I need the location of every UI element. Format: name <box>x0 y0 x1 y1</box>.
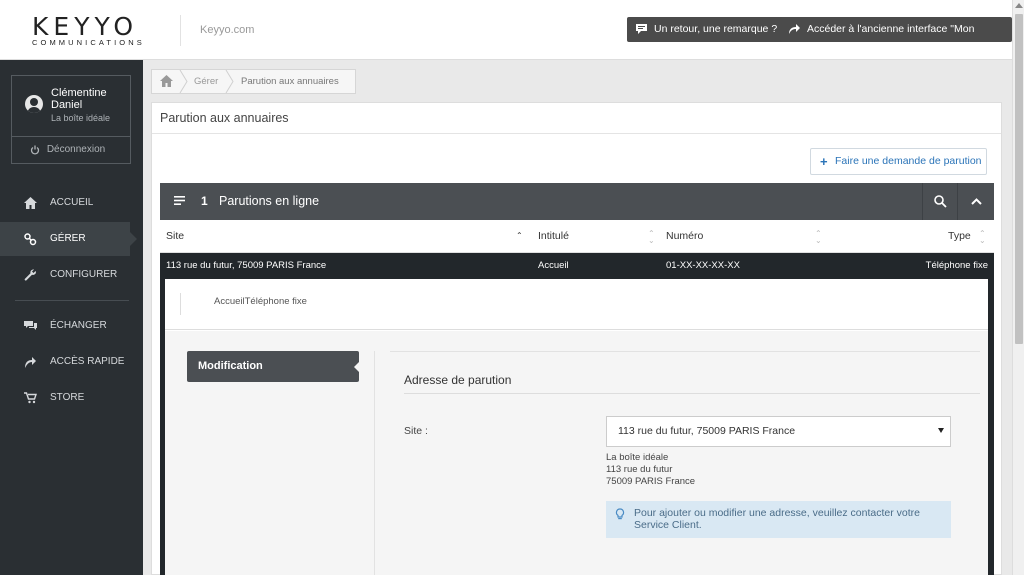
sort-icon[interactable]: ⌃ ⌄ <box>979 230 986 245</box>
breadcrumb-separator-icon <box>225 70 234 93</box>
user-name: Clémentine Daniel <box>51 87 107 111</box>
header-divider <box>180 15 181 46</box>
column-header-site[interactable]: Site <box>166 220 184 253</box>
listings-count: 1 <box>201 194 208 208</box>
search-icon <box>934 195 947 208</box>
title-divider <box>152 133 1001 134</box>
tab-modification[interactable]: Modification <box>187 351 360 382</box>
main-card: Parution aux annuaires + Faire une deman… <box>151 102 1002 575</box>
nav-item-accueil[interactable]: ACCUEIL <box>0 186 143 220</box>
row-detail: AccueilTéléphone fixe Modification Adres… <box>165 279 988 575</box>
address-line: La boîte idéale <box>606 452 669 463</box>
nav-label-accueil: ACCUEIL <box>50 197 94 208</box>
feedback-button-label: Un retour, une remarque ? <box>654 23 778 35</box>
nav-label-configurer: CONFIGURER <box>50 269 118 280</box>
panel-collapse-button[interactable] <box>957 183 994 220</box>
site-field-label: Site : <box>404 425 428 437</box>
address-line: 75009 PARIS France <box>606 476 696 487</box>
page-scrollbar[interactable] <box>1012 0 1024 575</box>
detail-summary-bar: AccueilTéléphone fixe <box>165 279 988 330</box>
breadcrumb-separator-icon <box>179 70 188 93</box>
column-header-numero[interactable]: Numéro <box>666 220 703 253</box>
nav-item-echanger[interactable]: ÉCHANGER <box>0 309 143 343</box>
logo-main-text: KEYYO <box>32 12 139 41</box>
user-box: Clémentine Daniel La boîte idéale Déconn… <box>11 75 131 164</box>
wrench-icon <box>24 269 36 281</box>
site-select[interactable]: 113 rue du futur, 75009 PARIS France <box>606 416 951 447</box>
nav-item-configurer[interactable]: CONFIGURER <box>0 258 143 292</box>
user-avatar-icon <box>25 95 43 113</box>
cell-site: 113 rue du futur, 75009 PARIS France <box>166 260 327 271</box>
breadcrumb-item-current: Parution aux annuaires <box>241 76 339 87</box>
manage-icon <box>24 233 37 246</box>
lightbulb-icon <box>615 508 625 520</box>
logout-button[interactable]: Déconnexion <box>12 137 130 163</box>
nav-item-gerer[interactable]: GÉRER <box>0 222 137 256</box>
chevron-up-icon <box>971 198 982 205</box>
power-icon <box>30 145 40 155</box>
info-message-text: Pour ajouter ou modifier une adresse, ve… <box>634 507 920 531</box>
feedback-button[interactable]: Un retour, une remarque ? <box>627 17 786 42</box>
keyyo-logo[interactable]: KEYYO COMMUNICATIONS <box>30 12 150 48</box>
nav-label-store: STORE <box>50 392 85 403</box>
top-bar: KEYYO COMMUNICATIONS Keyyo.com Un retour… <box>0 0 1012 60</box>
nav-divider <box>15 300 129 301</box>
form-divider-vertical <box>374 351 375 575</box>
nav-item-acces-rapide[interactable]: ACCÈS RAPIDE <box>0 345 143 379</box>
request-listing-label: Faire une demande de parution <box>835 155 982 167</box>
breadcrumb-home-icon[interactable] <box>160 75 173 87</box>
nav-item-store[interactable]: STORE <box>0 381 143 415</box>
user-company: La boîte idéale <box>51 113 111 123</box>
logo-sub-text: COMMUNICATIONS <box>32 38 145 47</box>
info-message: Pour ajouter ou modifier une adresse, ve… <box>606 501 951 538</box>
column-header-type[interactable]: Type <box>948 220 971 253</box>
shortcut-icon <box>25 357 36 368</box>
section-divider <box>404 393 980 394</box>
nav-label-gerer: GÉRER <box>50 233 86 244</box>
cell-intitule: Accueil <box>538 260 569 271</box>
sort-icon[interactable]: ⌃ ⌄ <box>815 230 822 245</box>
chat-bubble-icon <box>636 24 647 34</box>
page-title: Parution aux annuaires <box>160 111 289 125</box>
keyyo-site-link[interactable]: Keyyo.com <box>200 24 254 36</box>
panel-header: 1 Parutions en ligne <box>160 183 994 220</box>
plus-icon: + <box>820 154 828 169</box>
site-select-value: 113 rue du futur, 75009 PARIS France <box>618 425 796 437</box>
breadcrumb: Gérer Parution aux annuaires <box>151 69 356 94</box>
table-header: Site ⌃ Intitulé ⌃ ⌄ Numéro ⌃ ⌄ Type ⌃ ⌄ <box>160 220 994 253</box>
request-listing-button[interactable]: + Faire une demande de parution <box>810 148 987 175</box>
dropdown-caret-icon <box>938 428 944 433</box>
chat-icon <box>24 321 37 330</box>
cart-icon <box>24 392 37 404</box>
nav-label-acces-rapide: ACCÈS RAPIDE <box>50 356 125 367</box>
table-row[interactable]: 113 rue du futur, 75009 PARIS France Acc… <box>160 253 994 279</box>
panel-search-button[interactable] <box>922 183 957 220</box>
scroll-up-arrow-icon[interactable] <box>1015 3 1023 8</box>
detail-divider <box>180 293 181 315</box>
listings-panel: 1 Parutions en ligne Site ⌃ Intitulé ⌃ ⌄ … <box>160 183 994 575</box>
list-icon <box>174 196 185 205</box>
scroll-thumb[interactable] <box>1015 14 1023 344</box>
detail-summary: AccueilTéléphone fixe <box>214 296 307 307</box>
old-interface-button[interactable]: Accéder à l'ancienne interface "Mon Comp… <box>780 17 1012 60</box>
cell-type: Téléphone fixe <box>925 260 988 271</box>
share-arrow-icon <box>789 24 800 34</box>
logout-label: Déconnexion <box>46 144 106 155</box>
sort-asc-icon[interactable]: ⌃ <box>516 232 523 240</box>
detail-form-area: Modification Adresse de parution Site : … <box>165 331 988 575</box>
sidebar: Clémentine Daniel La boîte idéale Déconn… <box>0 60 143 575</box>
cell-numero: 01-XX-XX-XX-XX <box>666 260 740 271</box>
breadcrumb-item-gerer[interactable]: Gérer <box>194 70 218 93</box>
old-interface-button-label: Accéder à l'ancienne interface "Mon Comp… <box>807 23 975 60</box>
form-divider-horizontal <box>390 351 980 352</box>
column-header-intitule[interactable]: Intitulé <box>538 220 569 253</box>
sort-icon[interactable]: ⌃ ⌄ <box>648 230 655 245</box>
address-block: La boîte idéale 113 rue du futur 75009 P… <box>606 452 695 488</box>
panel-title: Parutions en ligne <box>219 194 320 208</box>
section-title: Adresse de parution <box>404 373 512 387</box>
address-line: 113 rue du futur <box>606 464 673 475</box>
nav-label-echanger: ÉCHANGER <box>50 320 107 331</box>
home-icon <box>24 197 37 209</box>
